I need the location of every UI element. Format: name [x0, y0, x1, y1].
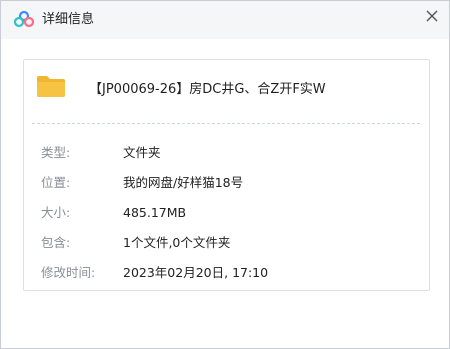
dialog-title: 详细信息: [42, 12, 95, 27]
divider: [32, 123, 420, 124]
detail-value: 文件夹: [123, 145, 161, 160]
detail-value: 2023年02月20日, 17:10: [123, 265, 269, 280]
detail-label: 大小:: [41, 205, 71, 220]
detail-row-size: 大小: 485.17MB: [24, 203, 429, 223]
details-dialog: 详细信息 【JP00069-26】房DC井G、合Z开F实W 类型: 文件夹 位置…: [0, 0, 450, 349]
dialog-titlebar: 详细信息: [1, 1, 449, 39]
baidu-netdisk-cloud-icon: [14, 11, 34, 28]
file-name: 【JP00069-26】房DC井G、合Z开F实W: [89, 82, 326, 97]
detail-value: 我的网盘/好样猫18号: [123, 175, 244, 190]
detail-value: 485.17MB: [123, 205, 187, 220]
detail-label: 位置:: [41, 175, 71, 190]
folder-icon: [37, 76, 65, 97]
detail-label: 类型:: [41, 145, 71, 160]
detail-row-modified: 修改时间: 2023年02月20日, 17:10: [24, 263, 429, 283]
detail-label: 修改时间:: [41, 265, 96, 280]
close-icon[interactable]: [421, 5, 443, 27]
detail-value: 1个文件,0个文件夹: [123, 235, 231, 250]
file-details-panel: 【JP00069-26】房DC井G、合Z开F实W 类型: 文件夹 位置: 我的网…: [23, 59, 430, 291]
detail-row-location: 位置: 我的网盘/好样猫18号: [24, 173, 429, 193]
detail-label: 包含:: [41, 235, 71, 250]
detail-row-contents: 包含: 1个文件,0个文件夹: [24, 233, 429, 253]
detail-row-type: 类型: 文件夹: [24, 143, 429, 163]
